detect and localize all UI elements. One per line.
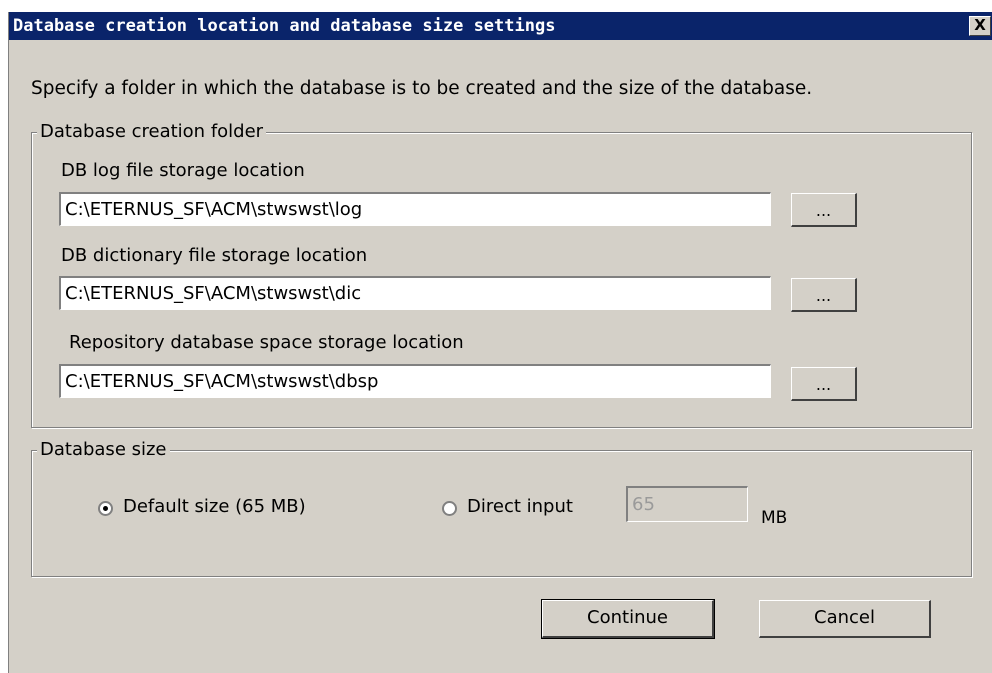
direct-input-label[interactable]: Direct input (467, 496, 573, 517)
dialog-description: Specify a folder in which the database i… (31, 78, 813, 99)
default-size-label[interactable]: Default size (65 MB) (123, 496, 306, 517)
log-location-input[interactable] (59, 192, 771, 226)
dbsp-location-browse-button[interactable]: ... (791, 367, 857, 401)
database-size-legend: Database size (37, 440, 170, 460)
dialog-title: Database creation location and database … (13, 16, 556, 36)
dic-location-label: DB dictionary file storage location (61, 245, 368, 266)
close-icon: X (974, 16, 986, 34)
settings-dialog: Database creation location and database … (8, 12, 992, 673)
close-button[interactable]: X (969, 16, 991, 36)
direct-size-input[interactable] (626, 486, 748, 522)
dbsp-location-label: Repository database space storage locati… (69, 332, 464, 353)
direct-input-radio[interactable] (442, 501, 457, 516)
title-bar[interactable]: Database creation location and database … (9, 12, 992, 40)
default-size-radio[interactable] (98, 501, 113, 516)
log-location-browse-button[interactable]: ... (791, 193, 857, 227)
dic-location-browse-button[interactable]: ... (791, 278, 857, 312)
log-location-label: DB log file storage location (61, 160, 305, 181)
cancel-button[interactable]: Cancel (759, 600, 931, 638)
dbsp-location-input[interactable] (59, 364, 771, 398)
database-creation-folder-legend: Database creation folder (37, 122, 267, 142)
continue-button[interactable]: Continue (541, 599, 715, 639)
size-unit-label: MB (761, 508, 788, 528)
dic-location-input[interactable] (59, 276, 771, 310)
